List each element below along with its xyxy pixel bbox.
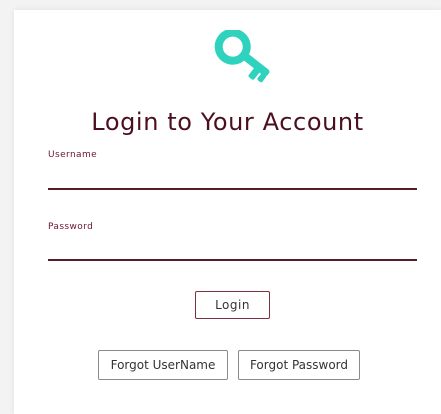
- password-input[interactable]: [48, 237, 417, 261]
- username-input[interactable]: [48, 166, 417, 190]
- page-title: Login to Your Account: [91, 108, 364, 136]
- login-card: Login to Your Account Username Password …: [14, 10, 441, 414]
- key-icon: [214, 30, 270, 83]
- forgot-username-button[interactable]: Forgot UserName: [98, 350, 228, 380]
- password-label: Password: [48, 222, 94, 232]
- username-label: Username: [48, 150, 98, 160]
- forgot-password-button[interactable]: Forgot Password: [238, 350, 360, 380]
- login-button[interactable]: Login: [195, 291, 270, 319]
